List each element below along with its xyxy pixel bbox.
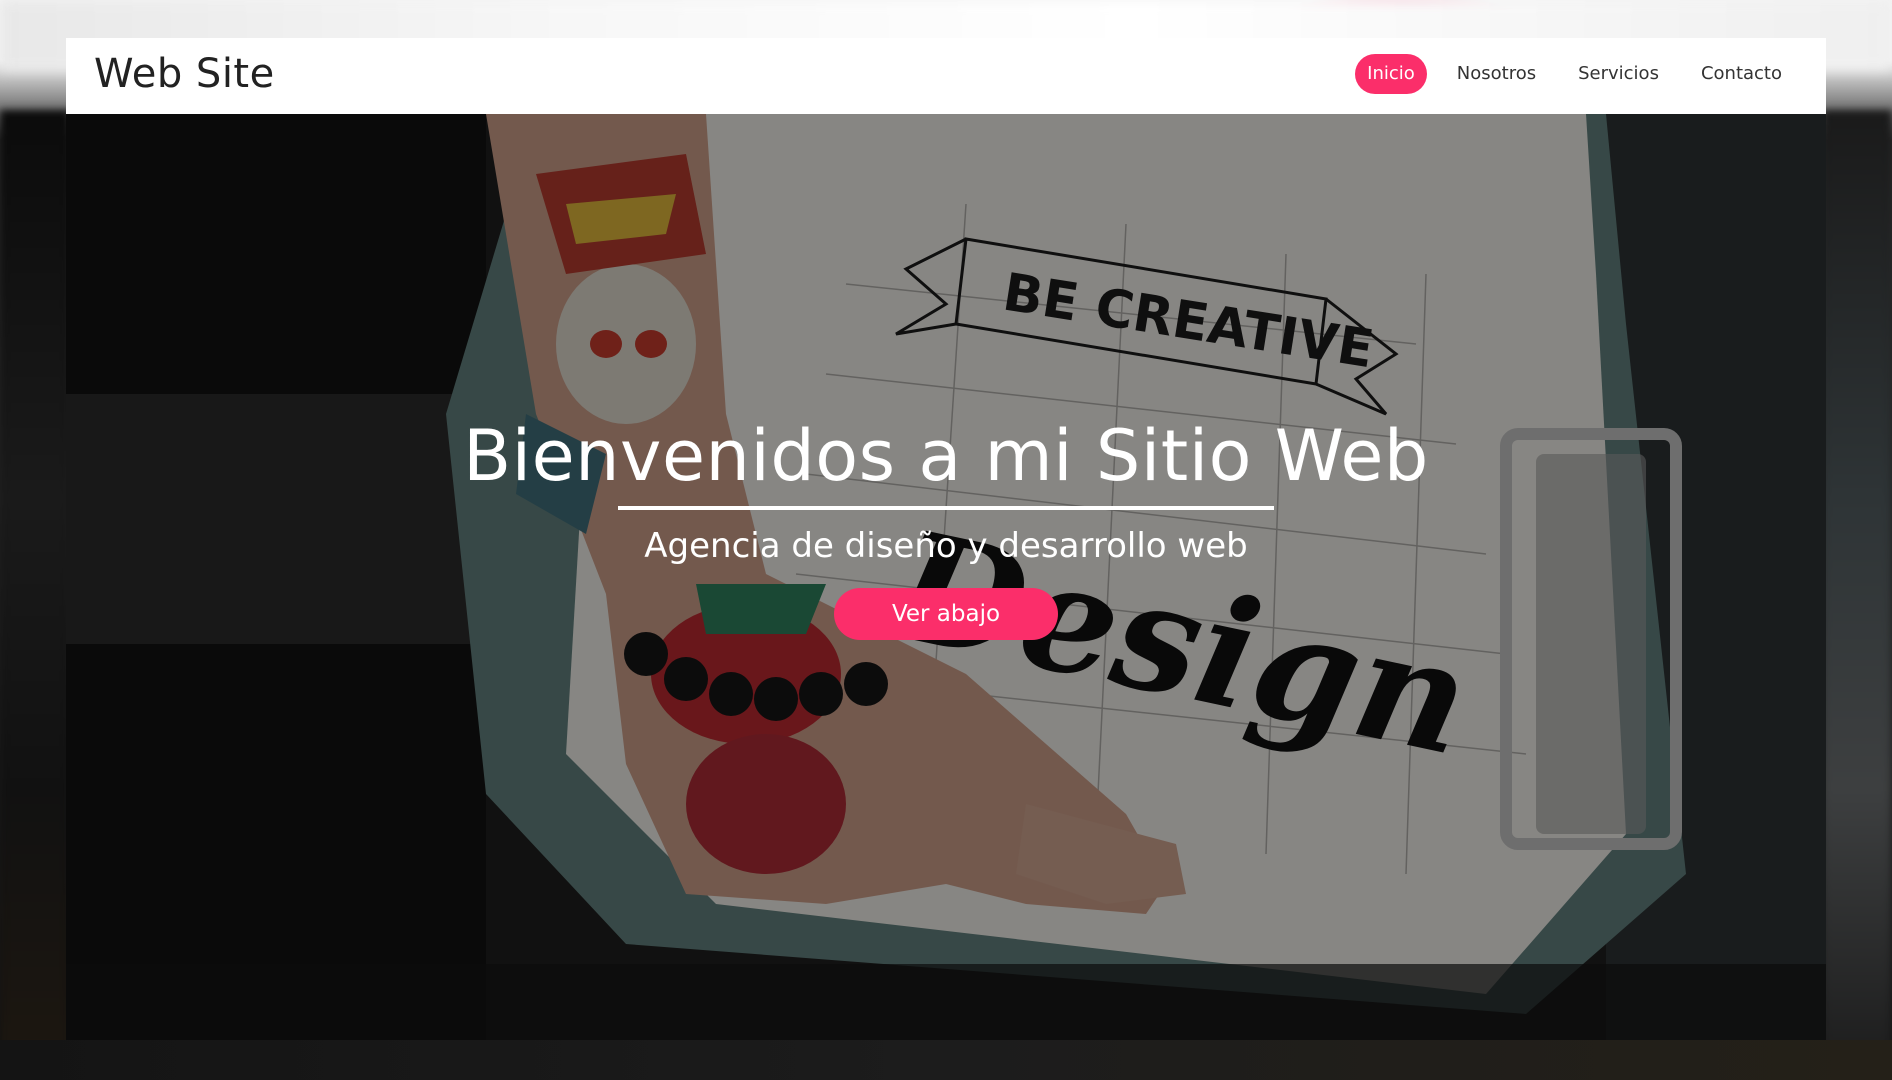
hero-section: BE CREATIVE Design Bienvenidos a mi Siti…	[66, 114, 1826, 1040]
ver-abajo-button[interactable]: Ver abajo	[834, 588, 1058, 640]
web-page: Web Site Inicio Nosotros Servicios Conta…	[66, 38, 1826, 1040]
backdrop-left	[0, 110, 70, 1080]
hero-title: Bienvenidos a mi Sitio Web	[463, 415, 1429, 497]
nav-item-contacto[interactable]: Contacto	[1689, 54, 1794, 94]
nav-item-servicios[interactable]: Servicios	[1566, 54, 1671, 94]
nav-item-inicio[interactable]: Inicio	[1355, 54, 1427, 94]
backdrop-bottom	[0, 1040, 1892, 1080]
site-logo[interactable]: Web Site	[94, 48, 275, 100]
nav-item-nosotros[interactable]: Nosotros	[1445, 54, 1548, 94]
backdrop-right	[1822, 110, 1892, 1080]
hero-subtitle: Agencia de diseño y desarrollo web	[644, 526, 1248, 566]
main-nav: Inicio Nosotros Servicios Contacto	[1355, 54, 1794, 94]
hero-content: Bienvenidos a mi Sitio Web Agencia de di…	[66, 414, 1826, 640]
hero-divider	[618, 506, 1274, 510]
site-header: Web Site Inicio Nosotros Servicios Conta…	[66, 38, 1826, 114]
